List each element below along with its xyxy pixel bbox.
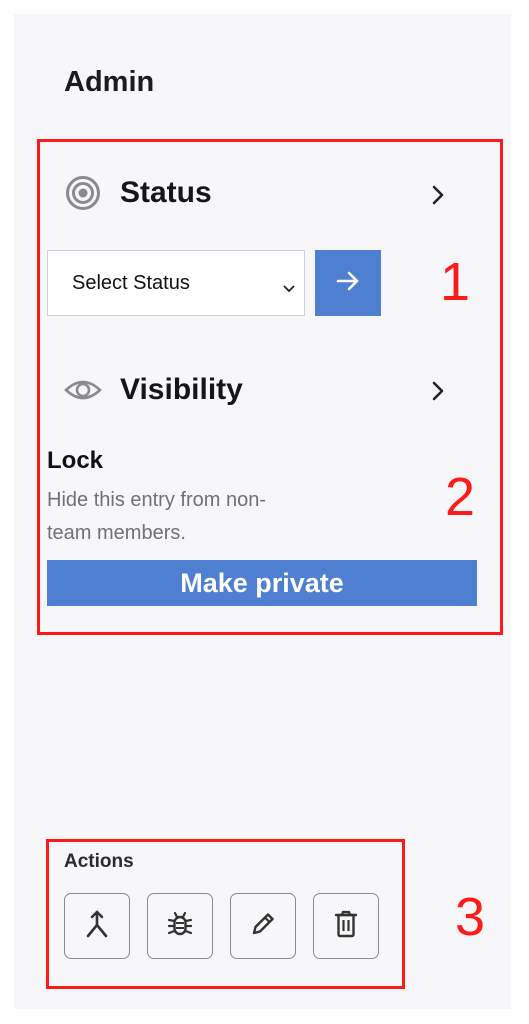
admin-title: Admin [64, 66, 155, 98]
annotation-box-1-2 [37, 139, 503, 635]
annotation-number-1: 1 [440, 252, 471, 312]
annotation-number-2: 2 [445, 467, 476, 527]
annotation-number-3: 3 [455, 887, 486, 947]
annotation-box-3 [46, 839, 405, 989]
